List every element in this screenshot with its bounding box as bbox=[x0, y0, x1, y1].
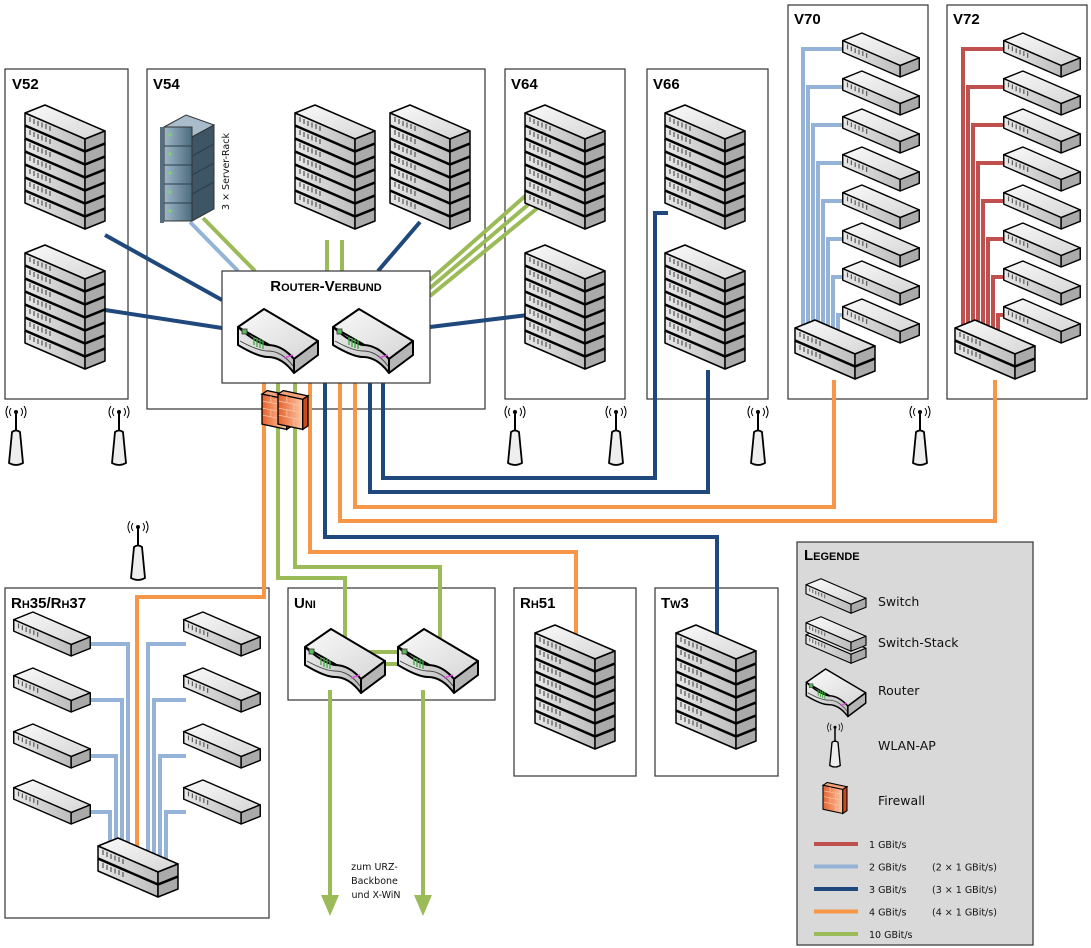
network-diagram: V52 V54 V64 V66 V70 V72 Rh35/Rh37 Uni Rh… bbox=[4, 4, 1088, 946]
legend-label: Firewall bbox=[878, 793, 925, 808]
wlan-ap-icon bbox=[909, 405, 931, 466]
legend-link-detail: (2 × 1 GBit/s) bbox=[932, 863, 997, 874]
building-title: Uni bbox=[294, 595, 316, 612]
building-title: Rh51 bbox=[520, 595, 555, 612]
legend-link-label: 1 GBit/s bbox=[869, 840, 907, 851]
legend-link-label: 3 GBit/s bbox=[869, 885, 907, 896]
wlan-ap-icon bbox=[504, 405, 526, 466]
uplink-note-line: und X-WiN bbox=[351, 890, 400, 901]
building-title: V54 bbox=[153, 76, 180, 93]
wlan-ap-icon bbox=[108, 405, 130, 466]
uplink-note-line: Backbone bbox=[351, 876, 398, 887]
router-group-title: Router-Verbund bbox=[270, 278, 381, 295]
wlan-ap-icon bbox=[747, 405, 769, 466]
building-title: Tw3 bbox=[661, 595, 689, 612]
arrow-down-icon bbox=[321, 895, 339, 916]
legend-link-label: 10 GBit/s bbox=[869, 930, 913, 941]
legend-link-label: 4 GBit/s bbox=[869, 908, 907, 919]
wlan-ap-icon bbox=[605, 405, 627, 466]
legend-label: Router bbox=[878, 683, 920, 698]
arrow-down-icon bbox=[414, 895, 432, 916]
wlan-ap-icon bbox=[127, 520, 149, 581]
server-rack-icon bbox=[159, 114, 215, 224]
legend-label: WLAN-AP bbox=[878, 738, 936, 753]
legend-link-detail: (3 × 1 GBit/s) bbox=[932, 885, 997, 896]
legend-label: Switch-Stack bbox=[878, 635, 959, 650]
firewall-icon bbox=[277, 389, 309, 431]
wlan-ap-icon bbox=[5, 405, 27, 466]
building-title: Rh35/Rh37 bbox=[11, 595, 86, 612]
building-title: V72 bbox=[953, 11, 980, 28]
building-title: V64 bbox=[511, 76, 538, 93]
uplink-note: zum URZ- Backbone und X-WiN bbox=[351, 862, 401, 901]
firewall-icon bbox=[822, 781, 848, 815]
building-title: V52 bbox=[12, 76, 39, 93]
legend-title: Legende bbox=[804, 547, 860, 564]
legend-label: Switch bbox=[878, 594, 919, 609]
uplink-note-line: zum URZ- bbox=[351, 862, 398, 873]
legend-link-detail: (4 × 1 GBit/s) bbox=[932, 908, 997, 919]
server-rack-label: 3 × Server-Rack bbox=[221, 133, 232, 210]
building-title: V66 bbox=[653, 76, 680, 93]
legend-link-label: 2 GBit/s bbox=[869, 863, 907, 874]
building-title: V70 bbox=[794, 11, 821, 28]
